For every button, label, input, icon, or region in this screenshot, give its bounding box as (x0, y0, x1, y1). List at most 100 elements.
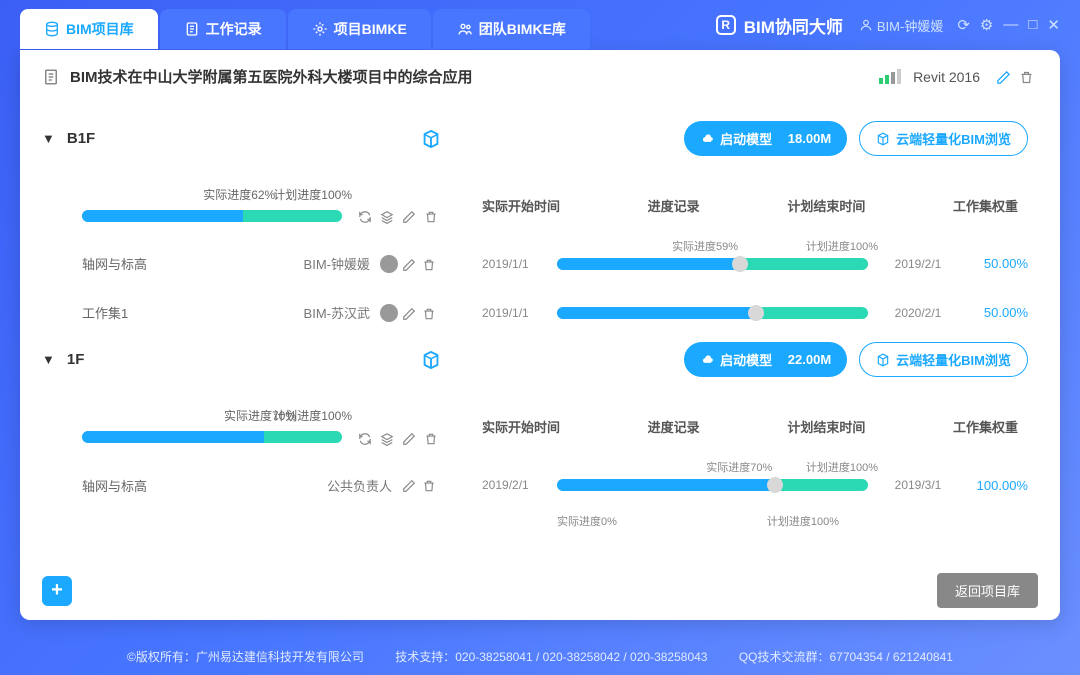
delete-icon[interactable] (424, 208, 438, 224)
end-date: 2020/2/1 (878, 306, 958, 320)
work-name: 轴网与标高 (82, 254, 304, 273)
extra-actual: 实际进度0% (557, 513, 617, 529)
footer: ©版权所有：广州易达建信科技开发有限公司 技术支持：020-38258041 /… (0, 648, 1080, 665)
avatar (380, 304, 398, 322)
delete-icon[interactable] (422, 256, 436, 272)
user-name: BIM-钟媛媛 (877, 16, 943, 35)
work-owner: 公共负责人 (327, 476, 392, 495)
col-actual-start: 实际开始时间 (482, 417, 560, 436)
refresh-icon[interactable]: ⟳ (957, 16, 970, 34)
close-icon[interactable]: ✕ (1047, 16, 1060, 34)
refresh-icon[interactable] (358, 429, 372, 445)
progress-bar (82, 431, 342, 443)
edit-icon[interactable] (402, 208, 416, 224)
col-progress-log: 进度记录 (648, 417, 700, 436)
tabs: BIM项目库 工作记录 项目BIMKE 团队BIMKE库 (20, 9, 590, 49)
plan-progress-label: 计划进度100% (273, 407, 352, 424)
floor-progress-row: 实际进度70% 计划进度100% 实际 (42, 407, 1038, 445)
end-date: 2019/2/1 (878, 257, 958, 271)
team-icon (457, 21, 473, 37)
tab-label: BIM项目库 (66, 19, 134, 39)
tab-team-bimke[interactable]: 团队BIMKE库 (433, 9, 590, 49)
work-row: 轴网与标高 公共负责人 2019/2/1 实际进度70%计划进度100% (42, 476, 1038, 495)
cloud-view-button[interactable]: 云端轻量化BIM浏览 (859, 121, 1028, 156)
layers-icon[interactable] (380, 208, 394, 224)
work-progress-bar: 实际进度70%计划进度100% (557, 479, 868, 491)
delete-icon[interactable] (422, 477, 436, 493)
layers-icon[interactable] (380, 429, 394, 445)
work-progress-bar: 实际进度59%计划进度100% (557, 258, 868, 270)
floor-section: ▼ B1F 启动模型 18.00M 云端轻量化BIM浏览 实际进度62% 计划进… (42, 121, 1038, 322)
refresh-icon[interactable] (358, 208, 372, 224)
floor-name: B1F (67, 130, 95, 147)
cloud-view-button[interactable]: 云端轻量化BIM浏览 (859, 342, 1028, 377)
qq-group: QQ技术交流群：67704354 / 621240841 (739, 650, 953, 664)
work-name: 工作集1 (82, 303, 304, 322)
clipboard-icon (184, 21, 200, 37)
tab-project-bimke[interactable]: 项目BIMKE (288, 9, 431, 49)
maximize-icon[interactable]: □ (1028, 16, 1037, 34)
map-icon[interactable] (420, 127, 442, 149)
edit-icon[interactable] (402, 305, 416, 321)
edit-icon[interactable] (996, 68, 1011, 85)
delete-icon[interactable] (424, 429, 438, 445)
signal-icon (879, 69, 901, 84)
revit-version: Revit 2016 (913, 69, 980, 85)
work-name: 轴网与标高 (82, 476, 327, 495)
start-date: 2019/1/1 (482, 257, 557, 271)
edit-icon[interactable] (402, 256, 416, 272)
minimize-icon[interactable]: — (1003, 16, 1018, 34)
tab-work-log[interactable]: 工作记录 (160, 9, 286, 49)
weight-value: 100.00% (958, 478, 1038, 493)
map-icon[interactable] (420, 349, 442, 371)
floor-progress-row: 实际进度62% 计划进度100% 实际 (42, 186, 1038, 224)
col-plan-end: 计划结束时间 (787, 417, 865, 436)
start-date: 2019/2/1 (482, 478, 557, 492)
tab-label: 项目BIMKE (334, 19, 407, 39)
gear-icon (312, 21, 328, 37)
edit-icon[interactable] (402, 477, 416, 493)
back-button[interactable]: 返回项目库 (937, 573, 1038, 608)
weight-value: 50.00% (958, 305, 1038, 320)
tab-project-library[interactable]: BIM项目库 (20, 9, 158, 49)
settings-icon[interactable]: ⚙ (980, 16, 993, 34)
actual-progress-label: 实际进度62% (203, 186, 275, 203)
avatar (380, 255, 398, 273)
panel-footer: + 返回项目库 (20, 561, 1060, 620)
brand-name: BIM协同大师 (744, 13, 843, 38)
project-title: BIM技术在中山大学附属第五医院外科大楼项目中的综合应用 (70, 66, 879, 87)
chevron-down-icon[interactable]: ▼ (42, 352, 55, 367)
scroll-area[interactable]: ▼ B1F 启动模型 18.00M 云端轻量化BIM浏览 实际进度62% 计划进… (20, 101, 1060, 561)
work-progress-bar (557, 307, 868, 319)
actual-lbl: 实际进度70% (706, 459, 772, 475)
panel-header: BIM技术在中山大学附属第五医院外科大楼项目中的综合应用 Revit 2016 (20, 50, 1060, 101)
launch-model-button[interactable]: 启动模型 18.00M (684, 121, 847, 156)
add-button[interactable]: + (42, 576, 72, 606)
tech-support: 技术支持：020-38258041 / 020-38258042 / 020-3… (395, 650, 707, 664)
brand-icon: R (716, 15, 736, 35)
edit-icon[interactable] (402, 429, 416, 445)
work-owner: BIM-钟媛媛 (304, 254, 370, 273)
plan-progress-label: 计划进度100% (273, 186, 352, 203)
col-weight: 工作集权重 (953, 417, 1018, 436)
user-info[interactable]: BIM-钟媛媛 (859, 16, 943, 35)
work-row: 轴网与标高 BIM-钟媛媛 2019/1/1 实际进度59%计划进度100% (42, 254, 1038, 273)
main-panel: BIM技术在中山大学附属第五医院外科大楼项目中的综合应用 Revit 2016 … (20, 50, 1060, 620)
copyright: ©版权所有：广州易达建信科技开发有限公司 (127, 650, 364, 664)
end-date: 2019/3/1 (878, 478, 958, 492)
database-icon (44, 21, 60, 37)
col-weight: 工作集权重 (953, 196, 1018, 215)
delete-icon[interactable] (422, 305, 436, 321)
plan-lbl: 计划进度100% (806, 238, 878, 254)
floor-name: 1F (67, 351, 85, 368)
chevron-down-icon[interactable]: ▼ (42, 131, 55, 146)
floor-header: ▼ B1F 启动模型 18.00M 云端轻量化BIM浏览 (42, 121, 1038, 156)
start-date: 2019/1/1 (482, 306, 557, 320)
floor-header: ▼ 1F 启动模型 22.00M 云端轻量化BIM浏览 (42, 342, 1038, 377)
delete-icon[interactable] (1019, 68, 1034, 85)
extra-labels: 实际进度0% 计划进度100% (482, 513, 1038, 529)
app-header: BIM项目库 工作记录 项目BIMKE 团队BIMKE库 R BIM协同大师 B… (0, 0, 1080, 50)
launch-model-button[interactable]: 启动模型 22.00M (684, 342, 847, 377)
progress-bar (82, 210, 342, 222)
tab-label: 团队BIMKE库 (479, 19, 566, 39)
